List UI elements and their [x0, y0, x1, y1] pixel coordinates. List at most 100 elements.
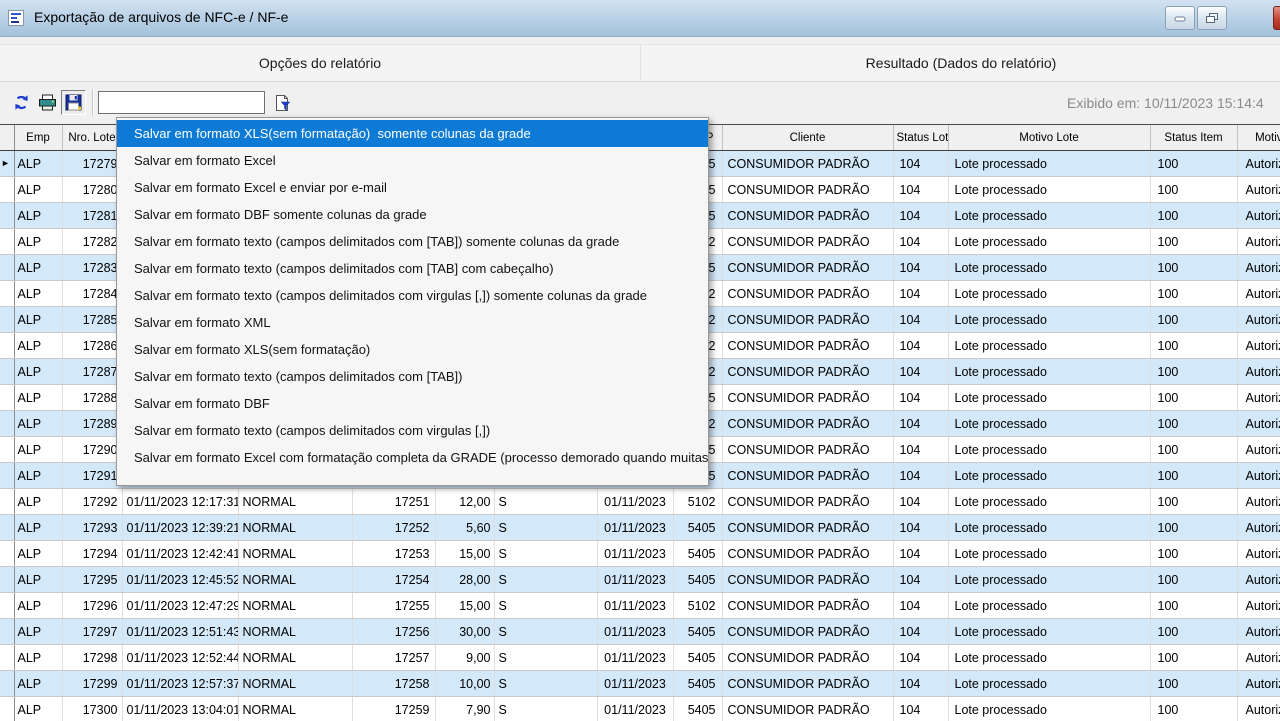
- cell[interactable]: 100: [1150, 229, 1237, 255]
- cell[interactable]: 100: [1150, 437, 1237, 463]
- cell[interactable]: 5405: [673, 619, 722, 645]
- cell[interactable]: 100: [1150, 645, 1237, 671]
- cell[interactable]: 104: [893, 463, 948, 489]
- cell[interactable]: 100: [1150, 151, 1237, 177]
- cell[interactable]: 17259: [352, 697, 435, 721]
- cell[interactable]: Lote processado: [948, 203, 1150, 229]
- cell[interactable]: CONSUMIDOR PADRÃO: [722, 463, 893, 489]
- cell[interactable]: Lote processado: [948, 411, 1150, 437]
- cell[interactable]: Autoriz: [1237, 541, 1280, 567]
- cell[interactable]: 5405: [673, 541, 722, 567]
- cell[interactable]: CONSUMIDOR PADRÃO: [722, 593, 893, 619]
- cell[interactable]: 100: [1150, 541, 1237, 567]
- cell[interactable]: CONSUMIDOR PADRÃO: [722, 645, 893, 671]
- cell[interactable]: S: [494, 593, 597, 619]
- cell[interactable]: CONSUMIDOR PADRÃO: [722, 697, 893, 721]
- cell[interactable]: NORMAL: [238, 593, 352, 619]
- cell[interactable]: NORMAL: [238, 671, 352, 697]
- refresh-button[interactable]: [9, 90, 34, 115]
- cell[interactable]: 104: [893, 281, 948, 307]
- cell[interactable]: CONSUMIDOR PADRÃO: [722, 385, 893, 411]
- export-menu-item[interactable]: Salvar em formato texto (campos delimita…: [117, 255, 708, 282]
- cell[interactable]: Autoriz: [1237, 203, 1280, 229]
- cell[interactable]: CONSUMIDOR PADRÃO: [722, 411, 893, 437]
- cell[interactable]: 01/11/2023: [597, 541, 673, 567]
- cell[interactable]: 5405: [673, 645, 722, 671]
- cell[interactable]: 17295: [62, 567, 122, 593]
- table-row[interactable]: ALP1729401/11/2023 12:42:41NORMAL1725315…: [0, 541, 1280, 567]
- cell[interactable]: CONSUMIDOR PADRÃO: [722, 567, 893, 593]
- cell[interactable]: 01/11/2023: [597, 515, 673, 541]
- cell[interactable]: 104: [893, 333, 948, 359]
- cell[interactable]: 17287: [62, 359, 122, 385]
- export-menu-item[interactable]: Salvar em formato XLS(sem formatação): [117, 336, 708, 363]
- restore-button[interactable]: [1197, 6, 1227, 30]
- column-header[interactable]: Status Item: [1150, 125, 1237, 151]
- cell[interactable]: 5102: [673, 489, 722, 515]
- export-menu-item[interactable]: Salvar em formato XML: [117, 309, 708, 336]
- cell[interactable]: 104: [893, 229, 948, 255]
- cell[interactable]: 17256: [352, 619, 435, 645]
- cell[interactable]: Autoriz: [1237, 463, 1280, 489]
- cell[interactable]: CONSUMIDOR PADRÃO: [722, 229, 893, 255]
- column-header[interactable]: Nro. Lote: [62, 125, 122, 151]
- cell[interactable]: 17291: [62, 463, 122, 489]
- export-menu-item[interactable]: Salvar em formato Excel: [117, 147, 708, 174]
- cell[interactable]: Autoriz: [1237, 307, 1280, 333]
- cell[interactable]: 01/11/2023: [597, 489, 673, 515]
- cell[interactable]: 5,60: [435, 515, 494, 541]
- cell[interactable]: Autoriz: [1237, 619, 1280, 645]
- cell[interactable]: ALP: [14, 229, 62, 255]
- cell[interactable]: Autoriz: [1237, 645, 1280, 671]
- export-menu-item[interactable]: Salvar em formato DBF somente colunas da…: [117, 201, 708, 228]
- cell[interactable]: 104: [893, 177, 948, 203]
- column-header[interactable]: Motivo: [1237, 125, 1280, 151]
- cell[interactable]: Lote processado: [948, 697, 1150, 721]
- cell[interactable]: 01/11/2023: [597, 593, 673, 619]
- cell[interactable]: 17282: [62, 229, 122, 255]
- cell[interactable]: Autoriz: [1237, 515, 1280, 541]
- cell[interactable]: 100: [1150, 489, 1237, 515]
- cell[interactable]: S: [494, 645, 597, 671]
- cell[interactable]: Lote processado: [948, 437, 1150, 463]
- cell[interactable]: 104: [893, 593, 948, 619]
- column-header[interactable]: Status Lote: [893, 125, 948, 151]
- cell[interactable]: CONSUMIDOR PADRÃO: [722, 177, 893, 203]
- cell[interactable]: 5405: [673, 697, 722, 721]
- cell[interactable]: 17258: [352, 671, 435, 697]
- cell[interactable]: Autoriz: [1237, 437, 1280, 463]
- cell[interactable]: Autoriz: [1237, 333, 1280, 359]
- cell[interactable]: 17252: [352, 515, 435, 541]
- cell[interactable]: ALP: [14, 307, 62, 333]
- cell[interactable]: 17284: [62, 281, 122, 307]
- cell[interactable]: 100: [1150, 177, 1237, 203]
- cell[interactable]: ALP: [14, 619, 62, 645]
- cell[interactable]: ALP: [14, 203, 62, 229]
- table-row[interactable]: ALP1729501/11/2023 12:45:52NORMAL1725428…: [0, 567, 1280, 593]
- cell[interactable]: 100: [1150, 333, 1237, 359]
- cell[interactable]: 5405: [673, 671, 722, 697]
- cell[interactable]: S: [494, 567, 597, 593]
- cell[interactable]: S: [494, 515, 597, 541]
- cell[interactable]: Autoriz: [1237, 567, 1280, 593]
- cell[interactable]: Autoriz: [1237, 411, 1280, 437]
- cell[interactable]: 100: [1150, 255, 1237, 281]
- cell[interactable]: 17281: [62, 203, 122, 229]
- cell[interactable]: CONSUMIDOR PADRÃO: [722, 255, 893, 281]
- cell[interactable]: S: [494, 671, 597, 697]
- cell[interactable]: 100: [1150, 411, 1237, 437]
- cell[interactable]: 7,90: [435, 697, 494, 721]
- cell[interactable]: Lote processado: [948, 645, 1150, 671]
- cell[interactable]: 104: [893, 411, 948, 437]
- tab-opcoes-relatorio[interactable]: Opções do relatório: [0, 45, 640, 81]
- cell[interactable]: 9,00: [435, 645, 494, 671]
- cell[interactable]: ALP: [14, 671, 62, 697]
- cell[interactable]: Autoriz: [1237, 385, 1280, 411]
- cell[interactable]: S: [494, 541, 597, 567]
- cell[interactable]: Lote processado: [948, 671, 1150, 697]
- cell[interactable]: ALP: [14, 567, 62, 593]
- cell[interactable]: 30,00: [435, 619, 494, 645]
- cell[interactable]: 17280: [62, 177, 122, 203]
- cell[interactable]: 17294: [62, 541, 122, 567]
- cell[interactable]: 17297: [62, 619, 122, 645]
